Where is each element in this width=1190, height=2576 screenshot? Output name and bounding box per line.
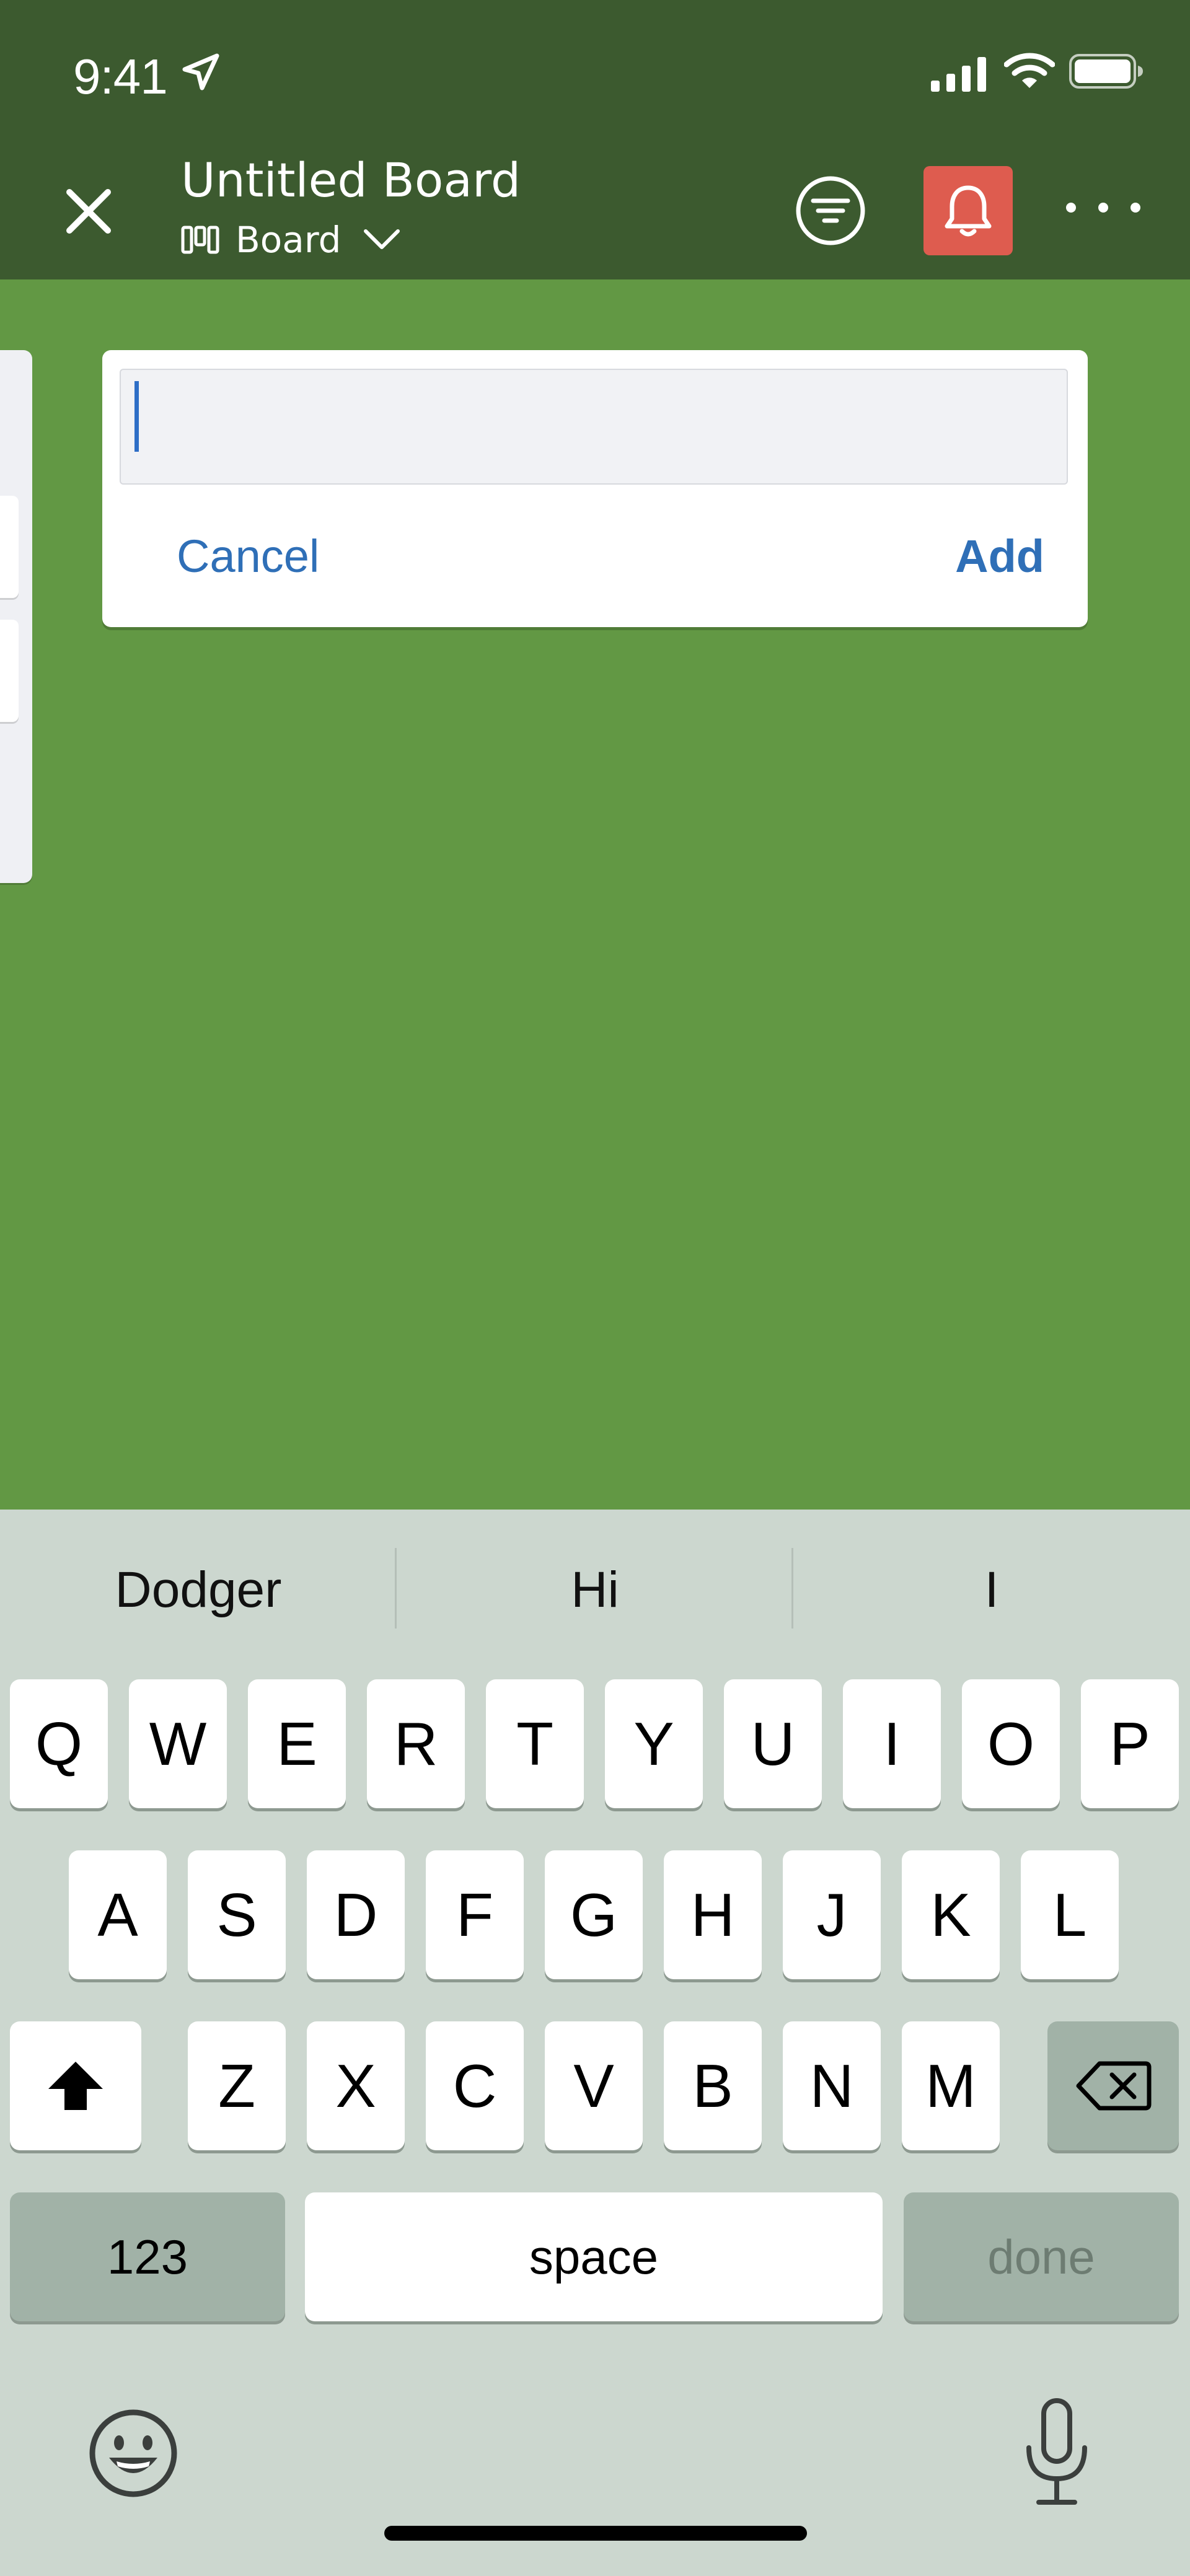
suggestion-item[interactable]: Dodger (0, 1510, 397, 1671)
key-g[interactable]: G (545, 1850, 643, 1979)
board-columns-icon (181, 226, 219, 254)
key-x[interactable]: X (307, 2021, 405, 2150)
key-m[interactable]: M (902, 2021, 1000, 2150)
more-options-button[interactable] (1066, 186, 1140, 229)
key-r[interactable]: R (367, 1679, 465, 1808)
notifications-button[interactable] (923, 166, 1013, 255)
board-view-switcher[interactable]: Board (181, 218, 402, 262)
done-key[interactable]: done (904, 2192, 1179, 2321)
key-u[interactable]: U (724, 1679, 822, 1808)
backspace-icon (1076, 2061, 1152, 2111)
location-arrow-icon (182, 53, 219, 90)
delete-key[interactable] (1047, 2021, 1179, 2150)
cancel-button[interactable]: Cancel (177, 530, 319, 582)
key-h[interactable]: H (664, 1850, 762, 1979)
previous-list-column[interactable] (0, 350, 32, 883)
key-w[interactable]: W (129, 1679, 227, 1808)
numbers-key[interactable]: 123 (10, 2192, 285, 2321)
status-time: 9:41 (73, 49, 168, 104)
key-y[interactable]: Y (605, 1679, 703, 1808)
list-card[interactable] (0, 496, 19, 598)
emoji-icon (89, 2409, 177, 2497)
more-horizontal-icon (1066, 203, 1076, 213)
suggestion-item[interactable]: I (793, 1510, 1190, 1671)
key-t[interactable]: T (486, 1679, 584, 1808)
key-i[interactable]: I (843, 1679, 941, 1808)
chevron-down-icon (364, 229, 400, 249)
microphone-icon (1026, 2398, 1087, 2505)
add-button[interactable]: Add (955, 530, 1044, 582)
board-type-label: Board (236, 219, 342, 261)
key-p[interactable]: P (1081, 1679, 1179, 1808)
key-v[interactable]: V (545, 2021, 643, 2150)
predictive-suggestions-bar: Dodger Hi I (0, 1510, 1190, 1671)
text-cursor (134, 381, 139, 452)
key-j[interactable]: J (783, 1850, 881, 1979)
suggestion-item[interactable]: Hi (397, 1510, 793, 1671)
close-icon (66, 189, 111, 234)
key-n[interactable]: N (783, 2021, 881, 2150)
emoji-button[interactable] (87, 2407, 180, 2500)
key-q[interactable]: Q (10, 1679, 108, 1808)
filter-icon (796, 176, 865, 245)
filter-button[interactable] (793, 174, 868, 248)
shift-icon (48, 2062, 103, 2110)
key-c[interactable]: C (426, 2021, 524, 2150)
list-card[interactable] (0, 620, 19, 722)
key-a[interactable]: A (69, 1850, 167, 1979)
key-s[interactable]: S (188, 1850, 286, 1979)
app-header: 9:41 Untitled Board Board (0, 0, 1190, 279)
battery-icon (1069, 54, 1143, 89)
cellular-signal-icon (931, 57, 986, 92)
key-l[interactable]: L (1021, 1850, 1119, 1979)
bell-icon (945, 185, 992, 237)
key-e[interactable]: E (248, 1679, 346, 1808)
space-key[interactable]: space (305, 2192, 883, 2321)
key-b[interactable]: B (664, 2021, 762, 2150)
key-o[interactable]: O (962, 1679, 1060, 1808)
shift-key[interactable] (10, 2021, 141, 2150)
key-d[interactable]: D (307, 1850, 405, 1979)
key-z[interactable]: Z (188, 2021, 286, 2150)
wifi-icon (1004, 53, 1055, 88)
list-name-input[interactable] (120, 369, 1068, 485)
onscreen-keyboard: Dodger Hi I Q W E R T Y U I O P A S D F … (0, 1510, 1190, 2576)
key-k[interactable]: K (902, 1850, 1000, 1979)
add-list-panel: Cancel Add (102, 350, 1088, 627)
dictation-button[interactable] (1016, 2397, 1097, 2508)
close-button[interactable] (61, 183, 117, 239)
home-indicator[interactable] (384, 2526, 807, 2541)
board-title[interactable]: Untitled Board (181, 152, 521, 208)
key-f[interactable]: F (426, 1850, 524, 1979)
